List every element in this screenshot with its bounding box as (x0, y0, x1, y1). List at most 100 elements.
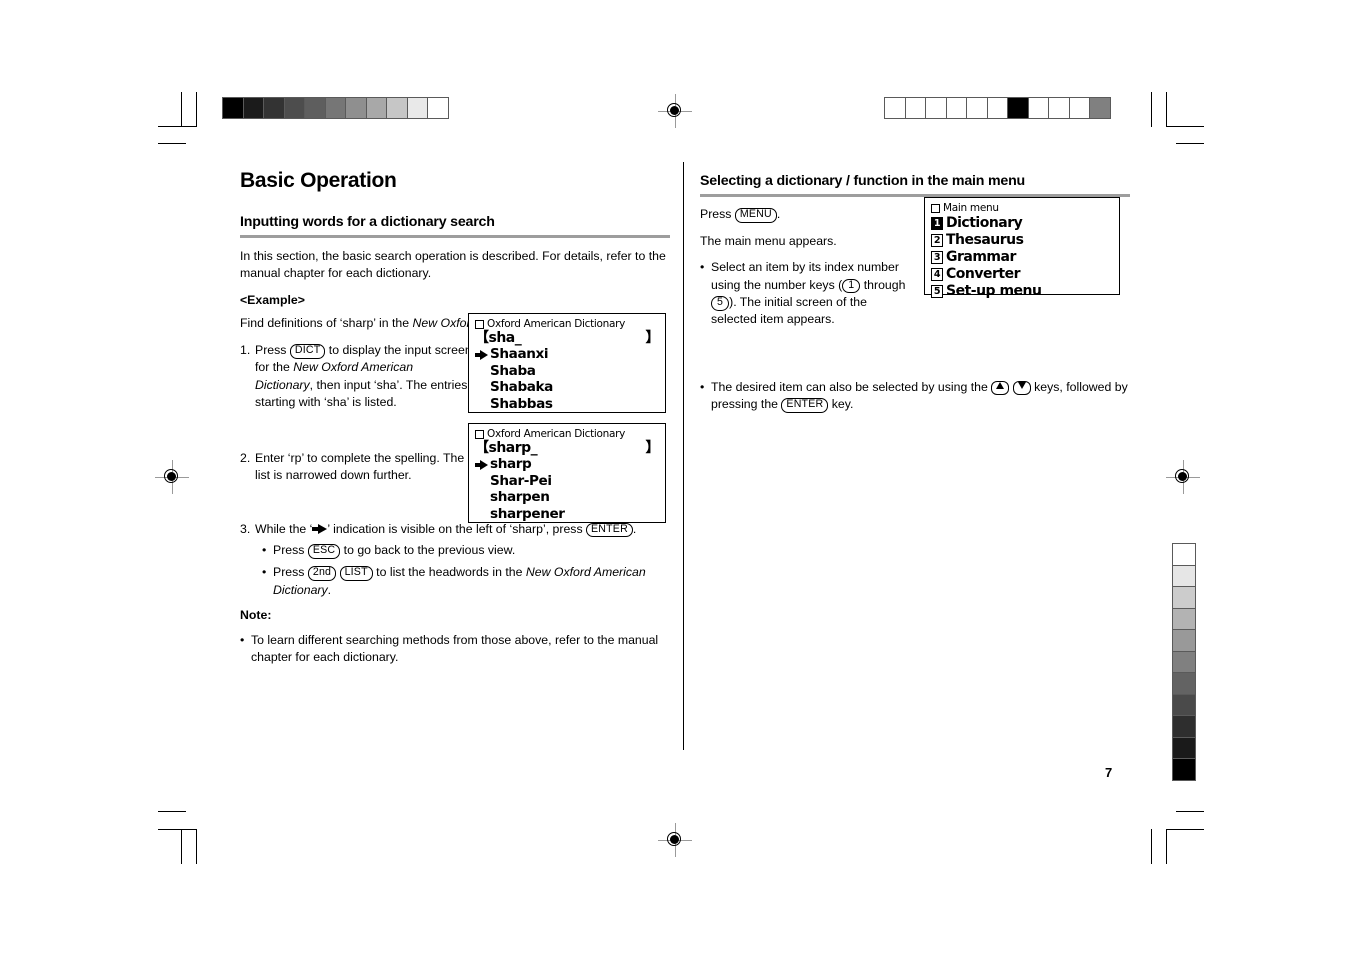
key-2nd[interactable]: 2nd (307, 566, 337, 582)
down-arrow-key[interactable] (1012, 380, 1031, 395)
calibration-swatch (925, 97, 947, 119)
bullet-glyph: • (700, 260, 705, 275)
lcd-result-label: Shaba (490, 362, 536, 379)
calibration-swatch (1007, 97, 1029, 119)
menu-index-badge: 5 (931, 285, 943, 298)
registration-bar-top-right (884, 97, 1111, 119)
book-square-icon (931, 203, 940, 213)
lcd-result-row[interactable]: sharpener (475, 506, 659, 523)
right-arrow-icon (312, 523, 328, 534)
lcd-input-bracket-right: 】 (645, 330, 660, 346)
registration-target-bottom-center (658, 823, 692, 857)
step-number-3: 3. (240, 521, 251, 536)
key-dict[interactable]: DICT (289, 343, 326, 359)
calibration-swatch (1172, 586, 1196, 609)
row-marker-empty (475, 399, 490, 410)
calibration-swatch (242, 97, 265, 119)
lcd-result-row[interactable]: sharpen (475, 489, 659, 507)
lcd-result-row[interactable]: sharp (475, 456, 659, 474)
bullet-item-esc: • Press ESC to go back to the previous v… (262, 542, 670, 559)
lcd-title-bar-1: Oxford American Dictionary (475, 317, 659, 331)
calibration-swatch (345, 97, 367, 119)
step3-text-c: . (632, 521, 637, 536)
key-esc[interactable]: ESC (307, 543, 341, 559)
bullet-glyph: • (262, 565, 267, 580)
crop-mark-top-right-trim (1176, 143, 1204, 145)
calibration-swatch (222, 97, 244, 119)
crop-mark-top-left-horizontal (158, 126, 196, 128)
lcd-input-field-1[interactable]: 【sha_ 】 (475, 330, 660, 347)
row-marker-empty (475, 476, 490, 487)
grayscale-bar-right-vertical (1172, 543, 1196, 781)
menu-item-thesaurus[interactable]: 2 Thesaurus (931, 232, 1113, 249)
bullet-index-body: Select an item by its index number using… (711, 259, 916, 329)
calibration-swatch (386, 97, 408, 119)
crop-mark-top-right-horizontal (1166, 126, 1204, 128)
note-bullet-item: • To learn different searching methods f… (240, 632, 670, 667)
bullet-arrow-body: The desired item can also be selected by… (711, 379, 1130, 414)
calibration-swatch (1172, 693, 1196, 717)
row-marker-empty (475, 509, 490, 520)
crop-mark-top-right-vertical (1166, 92, 1168, 127)
menu-item-label: Grammar (946, 248, 1016, 265)
index-text-c: ). The initial screen of the selected it… (711, 294, 867, 327)
menu-item-grammar[interactable]: 3 Grammar (931, 249, 1113, 266)
lcd-result-row[interactable]: Shaba (475, 363, 659, 380)
menu-index-badge: 4 (931, 268, 943, 281)
lcd-result-label: Shaanxi (490, 346, 549, 363)
esc-text-a: Press (273, 542, 308, 557)
calibration-swatch (945, 97, 968, 119)
bullet-glyph: • (262, 542, 267, 557)
menu-index-badge: 2 (931, 234, 943, 247)
step-body-1: Press DICT to display the input screen f… (255, 342, 473, 412)
key-enter-right[interactable]: ENTER (781, 398, 829, 414)
lcd-title-bar-3: Main menu (931, 201, 1113, 215)
page-title: Basic Operation (240, 169, 397, 192)
lcd-screen-search-sha: Oxford American Dictionary 【sha_ 】 Shaan… (468, 313, 666, 413)
row-marker-empty (475, 492, 490, 503)
crop-mark-top-left-vertical (181, 92, 183, 127)
note-bullet-list: • To learn different searching methods f… (240, 632, 670, 667)
lcd-result-row[interactable]: Shabaka (475, 379, 659, 397)
menu-item-converter[interactable]: 4 Converter (931, 266, 1113, 283)
lcd-input-bracket-right: 】 (645, 440, 660, 456)
intro-paragraph: In this section, the basic search operat… (240, 248, 666, 281)
calibration-swatch (427, 97, 449, 119)
key-enter[interactable]: ENTER (586, 522, 633, 538)
lcd-result-row[interactable]: Shabbas (475, 396, 659, 413)
right-bullet-list-second: • The desired item can also be selected … (700, 379, 1130, 414)
lcd-screen-search-sharp: Oxford American Dictionary 【sharp_ 】 sha… (468, 423, 666, 523)
calibration-swatch (1172, 672, 1196, 695)
lcd-result-row[interactable]: Shaanxi (475, 346, 659, 364)
crop-mark-bottom-left-vertical (181, 829, 183, 864)
lcd-result-label: Shabaka (490, 379, 553, 396)
lcd-result-label: sharp (490, 456, 532, 473)
bullet-item-arrow-keys: • The desired item can also be selected … (700, 379, 1130, 414)
calibration-swatch (263, 97, 285, 119)
menu-item-setup-menu[interactable]: 5 Set-up menu (931, 283, 1113, 300)
press-menu-paragraph: Press MENU. (700, 206, 915, 224)
calibration-swatch (1172, 629, 1196, 652)
crop-mark-bottom-right-horizontal (1166, 829, 1204, 831)
key-list[interactable]: LIST (339, 566, 373, 582)
menu-item-label: Thesaurus (946, 231, 1024, 248)
lcd-title-text: Oxford American Dictionary (487, 318, 626, 330)
example-label: <Example> (240, 292, 305, 307)
key-number-5[interactable]: 5 (711, 295, 730, 311)
menu-item-label: Set-up menu (946, 282, 1042, 299)
calibration-swatch (1172, 736, 1196, 760)
step-number-1: 1. (240, 342, 251, 357)
registration-target-top-center (658, 94, 692, 128)
lcd-input-field-2[interactable]: 【sharp_ 】 (475, 440, 660, 457)
key-number-1[interactable]: 1 (842, 278, 861, 294)
lcd-result-row[interactable]: Shar-Pei (475, 473, 659, 490)
calibration-swatch (904, 97, 927, 119)
step-body-3: While the ‘ ’ indication is visible on th… (255, 521, 670, 538)
step-body-2: Enter ‘rp’ to complete the spelling. The… (255, 450, 465, 483)
key-menu[interactable]: MENU (734, 208, 777, 224)
bullet-item-list: • Press 2nd LIST to list the headwords i… (262, 564, 670, 599)
press-text-a: Press (700, 207, 735, 222)
menu-item-dictionary[interactable]: 1 Dictionary (931, 215, 1113, 232)
up-arrow-key[interactable] (991, 380, 1010, 395)
step3-bullet-list: • Press ESC to go back to the previous v… (262, 542, 670, 599)
